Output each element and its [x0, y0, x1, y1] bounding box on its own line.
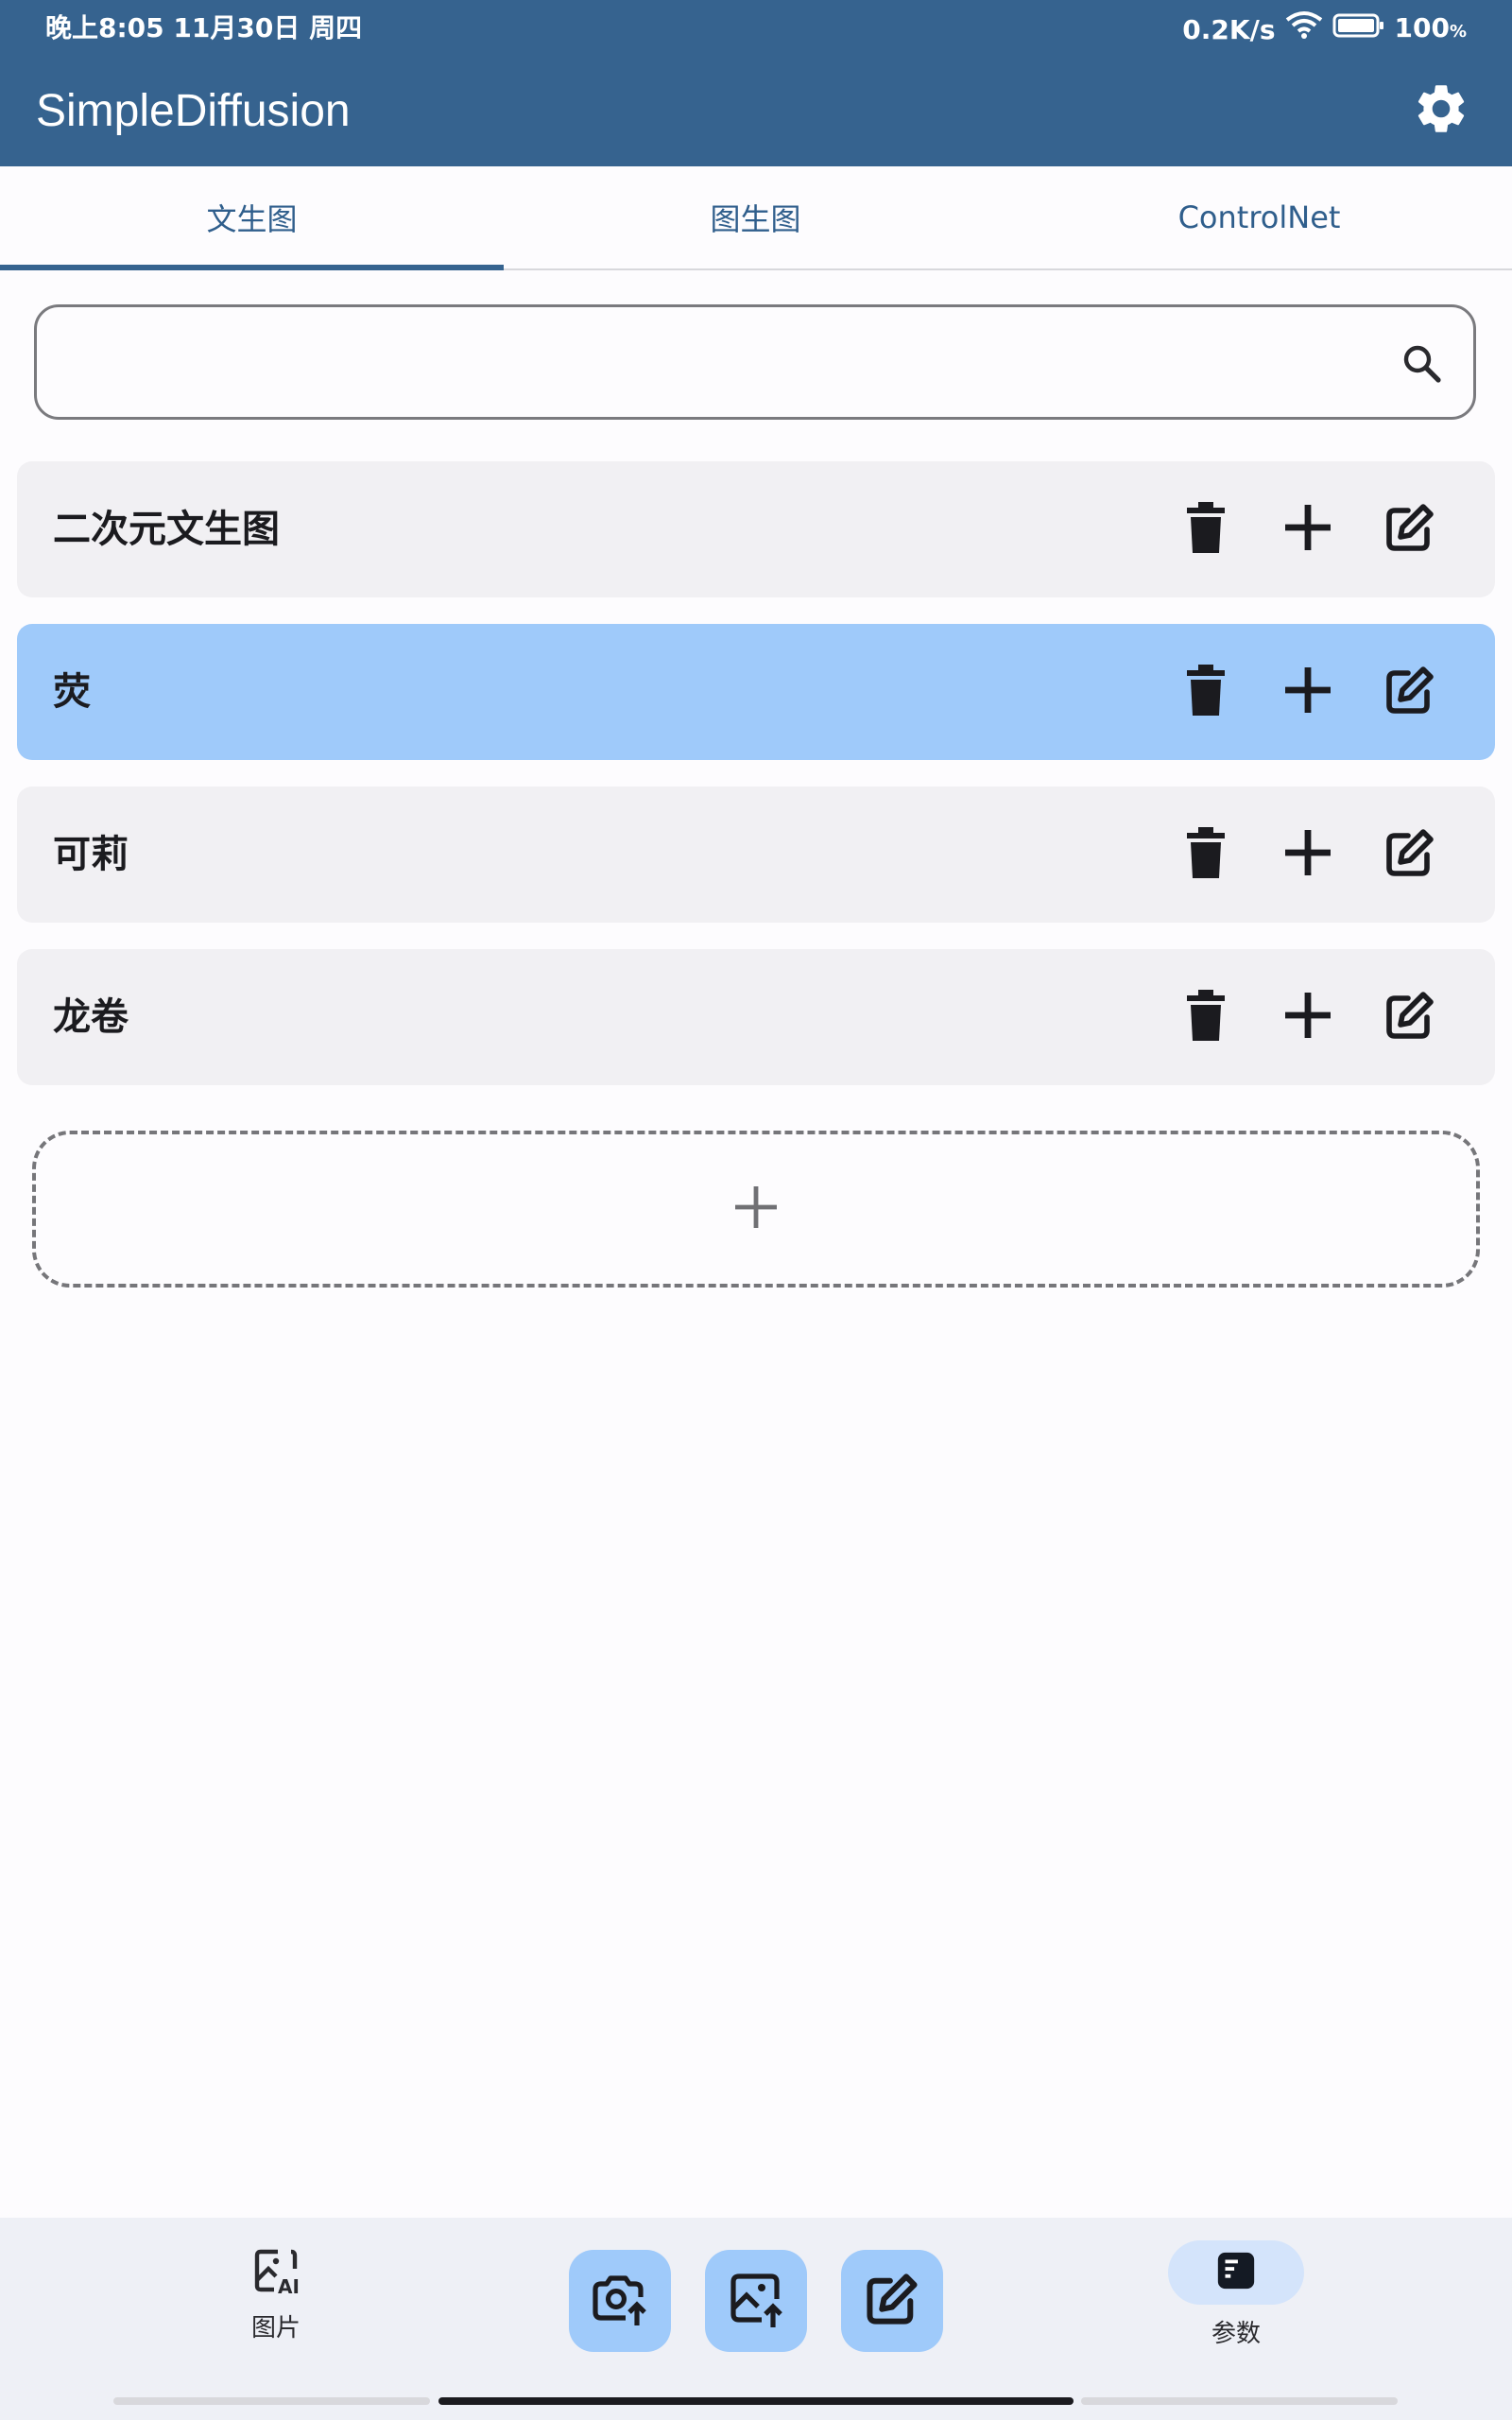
settings-button[interactable] [1408, 78, 1474, 144]
home-indicator[interactable] [438, 2397, 1074, 2405]
add-button[interactable] [1274, 495, 1342, 563]
tab-img2img[interactable]: 图生图 [504, 166, 1007, 268]
tab-bar: 文生图 图生图 ControlNet [0, 166, 1512, 270]
trash-icon [1185, 502, 1227, 557]
edit-button[interactable] [841, 2250, 943, 2352]
add-item-button[interactable] [32, 1131, 1480, 1288]
nav-params[interactable]: 参数 [1168, 2240, 1304, 2349]
delete-button[interactable] [1172, 658, 1240, 726]
item-label: 龙卷 [53, 995, 129, 1039]
plus-icon [1283, 991, 1332, 1044]
tab-controlnet[interactable]: ControlNet [1007, 166, 1511, 268]
search-input[interactable] [34, 304, 1476, 420]
status-time: 晚上8:05 11月30日 周四 [45, 12, 363, 43]
edit-icon [1383, 501, 1436, 558]
edit-button[interactable] [1376, 495, 1444, 563]
add-button[interactable] [1274, 658, 1342, 726]
edit-icon [1383, 826, 1436, 883]
network-speed: 0.2K/s [1182, 14, 1276, 45]
camera-upload-button[interactable] [569, 2250, 671, 2352]
edit-button[interactable] [1376, 983, 1444, 1051]
gear-icon [1412, 79, 1470, 142]
edit-icon [1383, 989, 1436, 1046]
wifi-icon [1285, 2, 1323, 59]
delete-button[interactable] [1172, 821, 1240, 889]
list-item[interactable]: 荧 [17, 624, 1495, 760]
item-label: 二次元文生图 [53, 508, 280, 551]
bottom-navigation: AI 图片 参数 [0, 2218, 1512, 2420]
tab-txt2img[interactable]: 文生图 [0, 166, 504, 270]
battery-icon [1332, 2, 1385, 59]
app-bar: SimpleDiffusion [0, 57, 1512, 166]
search-icon[interactable] [1400, 341, 1445, 387]
trash-icon [1185, 827, 1227, 882]
delete-button[interactable] [1172, 983, 1240, 1051]
gesture-bar-right [1081, 2397, 1398, 2405]
camera-upload-icon [590, 2269, 650, 2333]
image-upload-button[interactable] [705, 2250, 807, 2352]
add-button[interactable] [1274, 983, 1342, 1051]
delete-button[interactable] [1172, 495, 1240, 563]
image-upload-icon [726, 2269, 786, 2333]
battery-level: 100% [1394, 12, 1468, 43]
status-bar: 晚上8:05 11月30日 周四 0.2K/s 100% [0, 0, 1512, 57]
edit-button[interactable] [1376, 658, 1444, 726]
nav-params-label: 参数 [1211, 2320, 1261, 2348]
item-label: 可莉 [53, 833, 129, 876]
plus-icon [1283, 503, 1332, 556]
nav-params-indicator [1168, 2240, 1304, 2305]
trash-icon [1185, 665, 1227, 719]
nav-pictures[interactable]: AI 图片 [219, 2246, 333, 2343]
plus-icon [1283, 666, 1332, 718]
trash-icon [1185, 990, 1227, 1045]
edit-icon [1383, 664, 1436, 720]
item-label: 荧 [53, 670, 91, 714]
list-item[interactable]: 可莉 [17, 786, 1495, 923]
pencil-icon [864, 2271, 920, 2331]
plus-icon [733, 1184, 779, 1234]
add-button[interactable] [1274, 821, 1342, 889]
list-item[interactable]: 龙卷 [17, 949, 1495, 1085]
app-title: SimpleDiffusion [36, 86, 351, 136]
edit-button[interactable] [1376, 821, 1444, 889]
ai-image-icon: AI [251, 2249, 301, 2299]
svg-text:AI: AI [278, 2275, 300, 2295]
status-indicators: 0.2K/s 100% [1182, 0, 1467, 60]
plus-icon [1283, 828, 1332, 881]
nav-pictures-label: 图片 [250, 2314, 301, 2342]
params-icon [1214, 2249, 1258, 2296]
gesture-bar-left [113, 2397, 430, 2405]
list-item[interactable]: 二次元文生图 [17, 461, 1495, 597]
